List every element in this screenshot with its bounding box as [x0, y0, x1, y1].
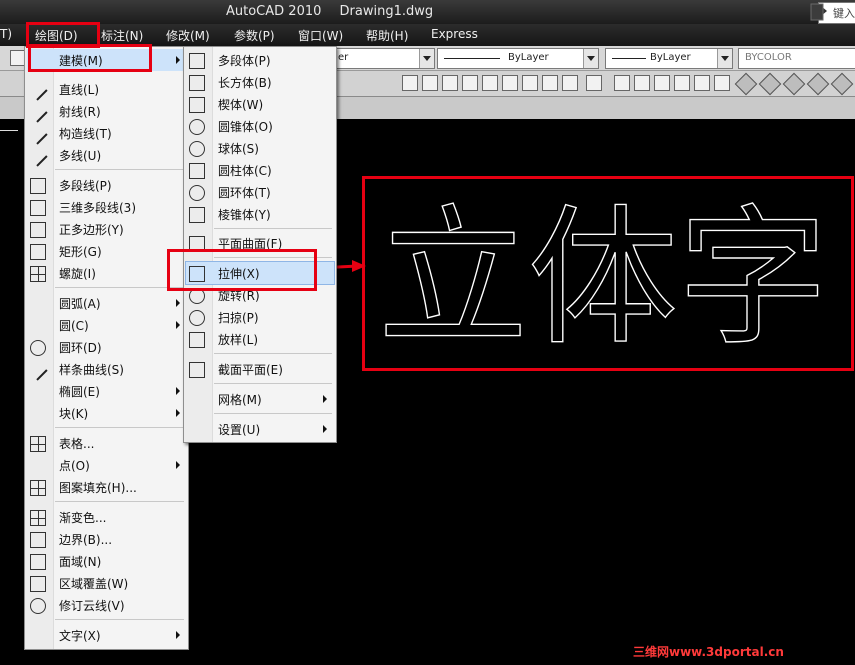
menu-item-label: 射线(R)	[59, 105, 101, 119]
menu-item-settings[interactable]: 设置(U)	[186, 418, 334, 440]
sweep-icon	[189, 310, 205, 326]
menu-item-mesh[interactable]: 网格(M)	[186, 388, 334, 410]
submenu-arrow-icon	[176, 56, 180, 64]
separator	[55, 169, 184, 170]
menu-item-label: 直线(L)	[59, 83, 100, 97]
menu-item-label: 区域覆盖(W)	[59, 577, 129, 591]
revcloud-icon	[30, 598, 46, 614]
wipeout-icon	[30, 576, 46, 592]
modeling-submenu: 多段体(P) 长方体(B) 楔体(W) 圆锥体(O) 球体(S) 圆柱体(C) …	[183, 46, 337, 443]
menu-item-label: 圆弧(A)	[59, 297, 101, 311]
menu-item-label: 设置(U)	[218, 423, 261, 437]
donut-icon	[30, 340, 46, 356]
submenu-arrow-icon	[176, 409, 180, 417]
menu-item-arc[interactable]: 圆弧(A)	[27, 292, 186, 314]
draw-menu: 建模(M) 直线(L) 射线(R) 构造线(T) 多线(U) 多段线(P) 三维…	[24, 46, 189, 650]
menu-item-label: 圆柱体(C)	[218, 164, 272, 178]
menu-item-label: 楔体(W)	[218, 98, 264, 112]
watermark: 三维网www.3dportal.cn	[633, 645, 784, 659]
menu-item-label: 圆环体(T)	[218, 186, 271, 200]
separator	[55, 287, 184, 288]
menu-item-label: 截面平面(E)	[218, 363, 283, 377]
submenu-arrow-icon	[176, 299, 180, 307]
menu-item-label: 椭圆(E)	[59, 385, 100, 399]
menu-item-circle[interactable]: 圆(C)	[27, 314, 186, 336]
submenu-arrow-icon	[176, 631, 180, 639]
boundary-icon	[30, 532, 46, 548]
pyramid-icon	[189, 207, 205, 223]
modeling-highlight	[28, 44, 152, 72]
menu-item-block[interactable]: 块(K)	[27, 402, 186, 424]
menu-item-label: 多线(U)	[59, 149, 102, 163]
menu-item-label: 修订云线(V)	[59, 599, 125, 613]
separator	[214, 413, 332, 414]
separator	[55, 427, 184, 428]
cylinder-icon	[189, 163, 205, 179]
polyline-icon	[30, 178, 46, 194]
menu-item-label: 棱锥体(Y)	[218, 208, 271, 222]
menu-item-label: 矩形(G)	[59, 245, 102, 259]
menu-item-label: 正多边形(Y)	[59, 223, 124, 237]
menu-item-label: 多段体(P)	[218, 54, 271, 68]
separator	[214, 383, 332, 384]
menu-item-label: 构造线(T)	[59, 127, 112, 141]
wedge-icon	[189, 97, 205, 113]
menu-item-label: 圆环(D)	[59, 341, 102, 355]
gradient-icon	[30, 510, 46, 526]
separator	[214, 228, 332, 229]
table-icon	[30, 436, 46, 452]
menu-item-text[interactable]: 文字(X)	[27, 624, 186, 646]
menu-item-label: 网格(M)	[218, 393, 262, 407]
menu-item-ellipse[interactable]: 椭圆(E)	[27, 380, 186, 402]
menu-item-label: 样条曲线(S)	[59, 363, 124, 377]
separator	[55, 501, 184, 502]
sectionplane-icon	[189, 362, 205, 378]
helix-icon	[30, 266, 46, 282]
torus-icon	[189, 185, 205, 201]
menu-item-label: 放样(L)	[218, 333, 259, 347]
polygon-icon	[30, 222, 46, 238]
rectangle-icon	[30, 244, 46, 260]
menu-item-label: 长方体(B)	[218, 76, 272, 90]
separator	[214, 353, 332, 354]
sphere-icon	[189, 141, 205, 157]
menu-item-label: 边界(B)...	[59, 533, 113, 547]
menu-item-label: 块(K)	[59, 407, 89, 421]
menu-item-label: 圆(C)	[59, 319, 89, 333]
menu-item-label: 球体(S)	[218, 142, 259, 156]
menu-item-label: 多段线(P)	[59, 179, 112, 193]
polysolid-icon	[189, 53, 205, 69]
menu-item-label: 三维多段线(3)	[59, 201, 136, 215]
box-icon	[189, 75, 205, 91]
menu-item-label: 面域(N)	[59, 555, 102, 569]
menu-item-point[interactable]: 点(O)	[27, 454, 186, 476]
menu-item-label: 螺旋(I)	[59, 267, 96, 281]
menu-item-label: 渐变色...	[59, 511, 107, 525]
submenu-arrow-icon	[323, 425, 327, 433]
hatch-icon	[30, 480, 46, 496]
separator	[55, 619, 184, 620]
menu-item-label: 图案填充(H)...	[59, 481, 137, 495]
submenu-arrow-icon	[176, 387, 180, 395]
menu-item-label: 扫掠(P)	[218, 311, 259, 325]
menu-item-label: 圆锥体(O)	[218, 120, 273, 134]
submenu-arrow-icon	[323, 395, 327, 403]
extrude-highlight	[167, 249, 317, 291]
submenu-arrow-icon	[176, 461, 180, 469]
loft-icon	[189, 332, 205, 348]
menu-item-label: 文字(X)	[59, 629, 101, 643]
submenu-arrow-icon	[176, 321, 180, 329]
region-icon	[30, 554, 46, 570]
cone-icon	[189, 119, 205, 135]
menu-item-label: 点(O)	[59, 459, 90, 473]
3dpoly-icon	[30, 200, 46, 216]
menu-item-label: 表格...	[59, 437, 95, 451]
